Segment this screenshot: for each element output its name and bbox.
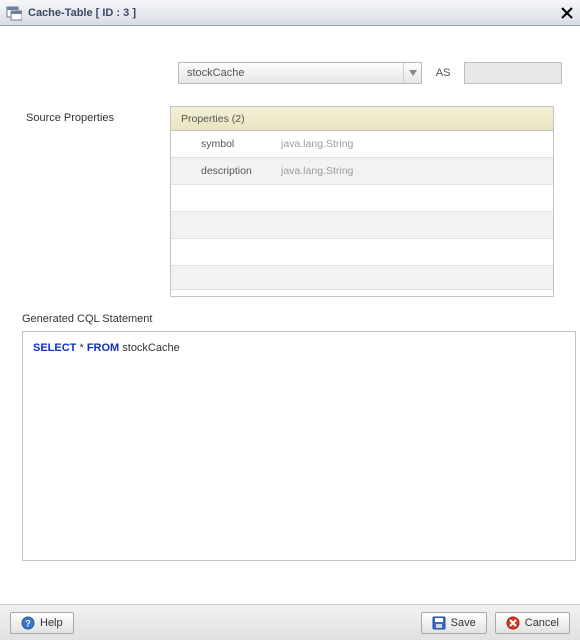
help-button[interactable]: ? Help (10, 612, 74, 634)
cql-keyword-from: FROM (87, 342, 119, 354)
properties-table: Properties (2) symbol java.lang.String d… (170, 106, 554, 297)
help-button-label: Help (40, 617, 63, 629)
window-icon (6, 5, 22, 21)
dropdown-arrow-icon (403, 63, 421, 83)
alias-input[interactable] (464, 62, 562, 84)
help-icon: ? (21, 616, 35, 630)
cancel-button-label: Cancel (525, 617, 559, 629)
cancel-icon (506, 616, 520, 630)
title-bar: Cache-Table [ ID : 3 ] (0, 0, 580, 26)
table-row (171, 290, 553, 296)
source-select[interactable]: stockCache (178, 62, 422, 84)
svg-text:?: ? (25, 618, 31, 628)
property-type: java.lang.String (281, 165, 353, 177)
window-title: Cache-Table [ ID : 3 ] (28, 7, 136, 19)
generated-cql-output[interactable]: SELECT * FROM stockCache (22, 331, 576, 561)
table-row[interactable]: symbol java.lang.String (171, 131, 553, 158)
table-row (171, 239, 553, 266)
close-icon[interactable] (560, 6, 574, 20)
cancel-button[interactable]: Cancel (495, 612, 570, 634)
properties-header[interactable]: Properties (2) (171, 107, 553, 131)
source-select-value: stockCache (179, 67, 244, 79)
source-properties-label: Source Properties (18, 106, 170, 297)
save-button-label: Save (451, 617, 476, 629)
table-row (171, 185, 553, 212)
table-row[interactable]: description java.lang.String (171, 158, 553, 185)
cql-keyword-select: SELECT (33, 342, 76, 354)
property-type: java.lang.String (281, 138, 353, 150)
property-name: symbol (201, 138, 281, 150)
generated-cql-label: Generated CQL Statement (22, 313, 562, 325)
cql-text: stockCache (119, 342, 180, 354)
save-icon (432, 616, 446, 630)
footer-bar: ? Help Save Cancel (0, 604, 580, 640)
property-name: description (201, 165, 281, 177)
cql-text: * (76, 342, 86, 354)
table-row (171, 266, 553, 290)
table-row (171, 212, 553, 239)
as-label: AS (428, 67, 457, 79)
save-button[interactable]: Save (421, 612, 487, 634)
